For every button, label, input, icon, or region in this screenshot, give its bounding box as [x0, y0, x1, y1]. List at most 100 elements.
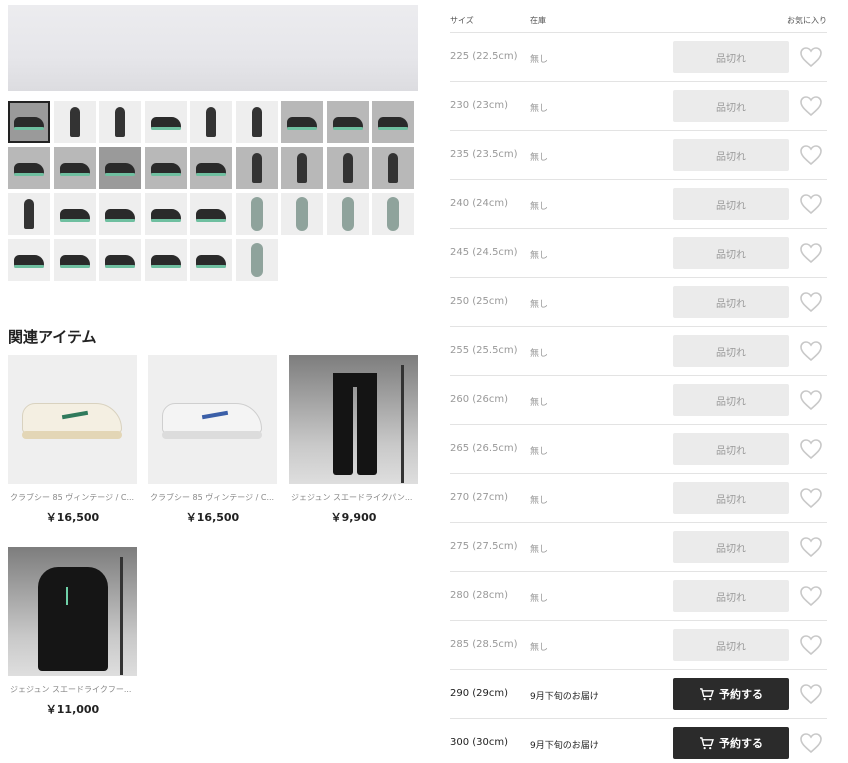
thumbnail-image[interactable] [144, 239, 187, 281]
thumbnail-image[interactable] [8, 239, 50, 281]
thumbnail-image[interactable] [144, 101, 187, 143]
size-label: 235 (23.5cm) [450, 149, 518, 160]
thumbnail-image[interactable] [8, 193, 50, 235]
button-label: 品切れ [716, 102, 746, 114]
sold-out-button: 品切れ [673, 629, 789, 661]
thumbnail-image[interactable] [8, 147, 50, 189]
heart-outline-icon[interactable] [799, 438, 823, 460]
thumbnail-image[interactable] [235, 239, 278, 281]
button-label: 予約する [719, 688, 763, 701]
size-label: 300 (30cm) [450, 737, 509, 748]
thumbnail-image[interactable] [8, 101, 50, 143]
stock-status: 無し [530, 300, 549, 310]
heart-outline-icon[interactable] [799, 46, 823, 68]
thumbnail-image[interactable] [190, 147, 232, 189]
heart-outline-icon[interactable] [799, 683, 823, 705]
sold-out-button: 品切れ [673, 580, 789, 612]
size-label: 255 (25.5cm) [450, 345, 518, 356]
size-label: 280 (28cm) [450, 590, 509, 601]
heart-outline-icon[interactable] [799, 291, 823, 313]
button-label: 予約する [719, 737, 763, 750]
related-item[interactable]: ジェジュン スエードライクパン... ￥9,900 [289, 355, 418, 525]
thumbnail-image[interactable] [326, 101, 369, 143]
heart-outline-icon[interactable] [799, 585, 823, 607]
size-label: 265 (26.5cm) [450, 443, 518, 454]
thumbnail-image[interactable] [99, 239, 141, 281]
heart-outline-icon[interactable] [799, 732, 823, 754]
heart-outline-icon[interactable] [799, 634, 823, 656]
thumbnail-image[interactable] [326, 147, 369, 189]
thumbnail-image[interactable] [372, 101, 414, 143]
size-label: 240 (24cm) [450, 198, 509, 209]
heart-outline-icon[interactable] [799, 389, 823, 411]
thumbnail-image[interactable] [372, 193, 414, 235]
size-row: 285 (28.5cm) 無し 品切れ [450, 621, 827, 670]
related-item-name[interactable]: ジェジュン スエードライクパン... [289, 492, 418, 503]
related-items-title: 関連アイテム [8, 328, 97, 346]
size-row: 240 (24cm) 無し 品切れ [450, 180, 827, 229]
button-label: 品切れ [716, 494, 746, 506]
stock-status: 無し [530, 104, 549, 114]
size-row: 235 (23.5cm) 無し 品切れ [450, 131, 827, 180]
related-item-image[interactable] [8, 355, 137, 484]
heart-outline-icon[interactable] [799, 340, 823, 362]
related-item[interactable]: クラブシー 85 ヴィンテージ / C... ￥16,500 [148, 355, 277, 525]
thumbnail-image[interactable] [281, 193, 323, 235]
heart-outline-icon[interactable] [799, 193, 823, 215]
thumbnail-image[interactable] [235, 147, 278, 189]
size-row: 250 (25cm) 無し 品切れ [450, 278, 827, 327]
thumbnail-image[interactable] [326, 193, 369, 235]
button-label: 品切れ [716, 592, 746, 604]
size-label: 285 (28.5cm) [450, 639, 518, 650]
thumbnail-image[interactable] [99, 147, 141, 189]
thumbnail-image[interactable] [235, 193, 278, 235]
thumbnail-image[interactable] [190, 193, 232, 235]
related-item[interactable]: ジェジュン スエードライクフー... ￥11,000 [8, 547, 137, 717]
thumbnail-image[interactable] [53, 101, 96, 143]
heart-outline-icon[interactable] [799, 536, 823, 558]
stock-status: 無し [530, 55, 549, 65]
thumbnail-image[interactable] [281, 147, 323, 189]
size-row: 265 (26.5cm) 無し 品切れ [450, 425, 827, 474]
related-item-name[interactable]: ジェジュン スエードライクフー... [8, 684, 137, 695]
thumbnail-image[interactable] [144, 193, 187, 235]
size-label: 225 (22.5cm) [450, 51, 518, 62]
thumbnail-image[interactable] [53, 239, 96, 281]
thumbnail-image[interactable] [53, 147, 96, 189]
stock-status: 無し [530, 643, 549, 653]
heart-outline-icon[interactable] [799, 95, 823, 117]
related-item-image[interactable] [8, 547, 137, 676]
thumbnail-image[interactable] [281, 101, 323, 143]
reserve-button[interactable]: 予約する [673, 727, 789, 759]
sold-out-button: 品切れ [673, 90, 789, 122]
related-item-name[interactable]: クラブシー 85 ヴィンテージ / C... [148, 492, 277, 503]
heart-outline-icon[interactable] [799, 144, 823, 166]
sold-out-button: 品切れ [673, 286, 789, 318]
size-row: 230 (23cm) 無し 品切れ [450, 82, 827, 131]
heart-outline-icon[interactable] [799, 487, 823, 509]
stock-status: 無し [530, 251, 549, 261]
thumbnail-image[interactable] [99, 193, 141, 235]
size-label: 245 (24.5cm) [450, 247, 518, 258]
thumbnail-image[interactable] [53, 193, 96, 235]
stock-status: 無し [530, 594, 549, 604]
size-label: 230 (23cm) [450, 100, 509, 111]
related-item-image[interactable] [289, 355, 418, 484]
thumbnail-image[interactable] [144, 147, 187, 189]
related-item-image[interactable] [148, 355, 277, 484]
related-item-name[interactable]: クラブシー 85 ヴィンテージ / C... [8, 492, 137, 503]
related-item[interactable]: クラブシー 85 ヴィンテージ / C... ￥16,500 [8, 355, 137, 525]
button-label: 品切れ [716, 347, 746, 359]
thumbnail-image[interactable] [190, 239, 232, 281]
reserve-button[interactable]: 予約する [673, 678, 789, 710]
button-label: 品切れ [716, 298, 746, 310]
thumbnail-image[interactable] [99, 101, 141, 143]
stock-status: 無し [530, 398, 549, 408]
sold-out-button: 品切れ [673, 237, 789, 269]
thumbnail-image[interactable] [190, 101, 232, 143]
size-row: 260 (26cm) 無し 品切れ [450, 376, 827, 425]
heart-outline-icon[interactable] [799, 242, 823, 264]
stock-status: 9月下旬のお届け [530, 692, 599, 702]
thumbnail-image[interactable] [372, 147, 414, 189]
thumbnail-image[interactable] [235, 101, 278, 143]
